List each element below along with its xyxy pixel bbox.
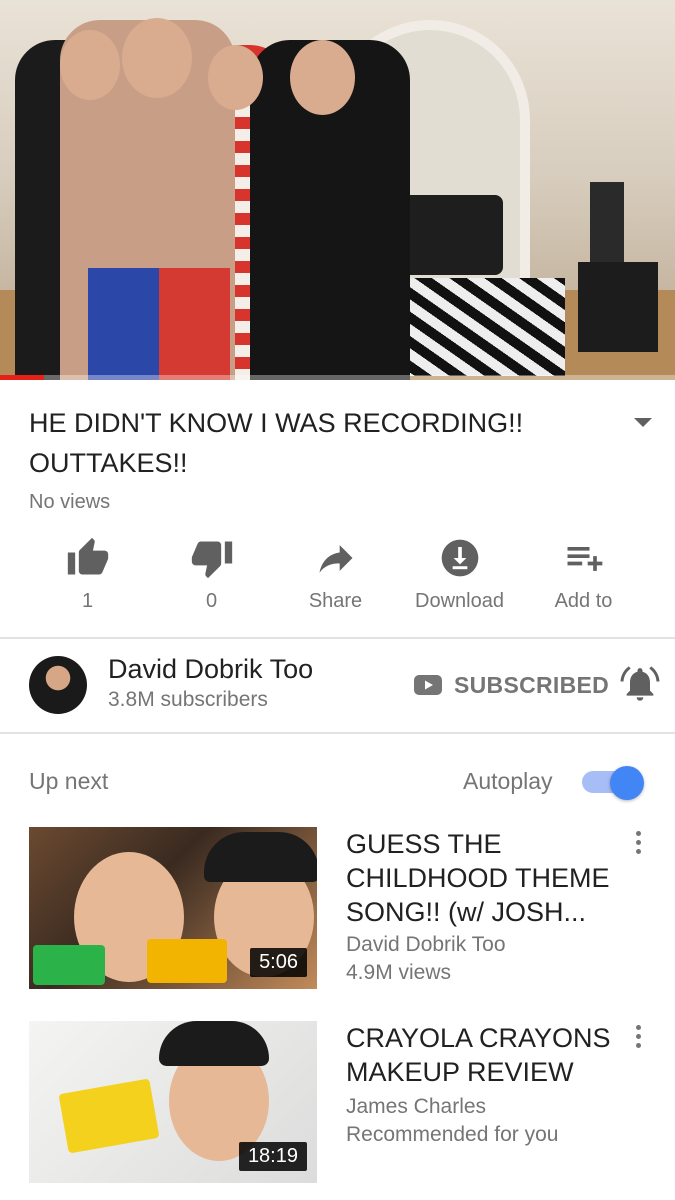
flag-shorts bbox=[88, 268, 230, 380]
person-head bbox=[290, 40, 355, 115]
add-to-button[interactable]: Add to bbox=[521, 536, 646, 613]
like-button[interactable]: 1 bbox=[25, 536, 150, 613]
thumbs-up-icon bbox=[67, 537, 108, 575]
download-button[interactable]: Download bbox=[397, 536, 522, 613]
dislike-count: 0 bbox=[205, 590, 218, 612]
share-label: Share bbox=[308, 590, 363, 612]
expand-description-icon[interactable] bbox=[634, 418, 652, 427]
share-button[interactable]: Share bbox=[273, 536, 398, 613]
crayon-box bbox=[58, 1078, 160, 1154]
more-options-icon[interactable] bbox=[630, 1025, 646, 1055]
progress-bar[interactable] bbox=[0, 375, 675, 380]
video-title: HE DIDN'T KNOW I WAS RECORDING!! OUTTAKE… bbox=[29, 408, 524, 478]
video-card-meta: Recommended for you bbox=[346, 1123, 559, 1146]
channel-avatar[interactable] bbox=[29, 656, 87, 714]
video-card-title[interactable]: GUESS THE CHILDHOOD THEME SONG!! (w/ JOS… bbox=[346, 827, 621, 929]
dot bbox=[635, 849, 641, 854]
youtube-logo-icon bbox=[414, 675, 442, 695]
dot bbox=[635, 840, 641, 845]
share-icon bbox=[319, 545, 352, 573]
download-icon bbox=[441, 539, 478, 577]
dot bbox=[635, 1034, 641, 1039]
video-player[interactable] bbox=[0, 0, 675, 380]
video-card-channel: James Charles bbox=[346, 1095, 487, 1118]
progress-bar-fill bbox=[0, 375, 44, 380]
up-next-heading: Up next bbox=[29, 768, 109, 794]
person-head bbox=[60, 30, 120, 100]
autoplay-toggle[interactable] bbox=[582, 766, 644, 800]
video-card-views: 4.9M views bbox=[346, 961, 452, 984]
like-count: 1 bbox=[81, 590, 94, 612]
video-card-channel: David Dobrik Too bbox=[346, 933, 506, 956]
dot bbox=[635, 1025, 641, 1030]
video-thumbnail[interactable]: 18:19 bbox=[29, 1021, 317, 1183]
video-thumbnail[interactable]: 5:06 bbox=[29, 827, 317, 989]
person-head bbox=[208, 45, 263, 110]
more-options-icon[interactable] bbox=[630, 831, 646, 861]
add-to-label: Add to bbox=[554, 590, 613, 612]
divider bbox=[0, 637, 675, 639]
divider bbox=[0, 732, 675, 734]
video-card[interactable]: 18:19 CRAYOLA CRAYONS MAKEUP REVIEW Jame… bbox=[0, 1021, 675, 1191]
video-card[interactable]: 5:06 GUESS THE CHILDHOOD THEME SONG!! (w… bbox=[0, 827, 675, 997]
video-duration: 18:19 bbox=[238, 1142, 307, 1171]
view-count: No views bbox=[29, 491, 111, 513]
background-cabinet bbox=[578, 262, 658, 352]
subscriber-count: 3.8M subscribers bbox=[108, 688, 268, 711]
playlist-add-icon bbox=[567, 547, 602, 571]
video-card-title[interactable]: CRAYOLA CRAYONS MAKEUP REVIEW bbox=[346, 1021, 621, 1089]
bell-ring-icon[interactable] bbox=[620, 664, 660, 704]
dot bbox=[635, 831, 641, 836]
background-tv bbox=[590, 182, 624, 272]
drake-josh-logo bbox=[33, 945, 105, 985]
download-label: Download bbox=[415, 590, 504, 612]
person-head bbox=[122, 18, 192, 98]
autoplay-label: Autoplay bbox=[463, 768, 553, 794]
dislike-button[interactable]: 0 bbox=[149, 536, 274, 613]
thumbs-down-icon bbox=[191, 541, 232, 579]
toggle-knob bbox=[610, 766, 644, 800]
subscribe-button[interactable]: SUBSCRIBED bbox=[414, 670, 609, 700]
subscribe-label: SUBSCRIBED bbox=[454, 671, 610, 698]
channel-name[interactable]: David Dobrik Too bbox=[108, 654, 313, 685]
suite-life-logo bbox=[147, 939, 227, 983]
dot bbox=[635, 1043, 641, 1048]
video-duration: 5:06 bbox=[250, 948, 307, 977]
thumbnail-cap bbox=[204, 832, 317, 882]
thumbnail-hair bbox=[159, 1021, 269, 1066]
